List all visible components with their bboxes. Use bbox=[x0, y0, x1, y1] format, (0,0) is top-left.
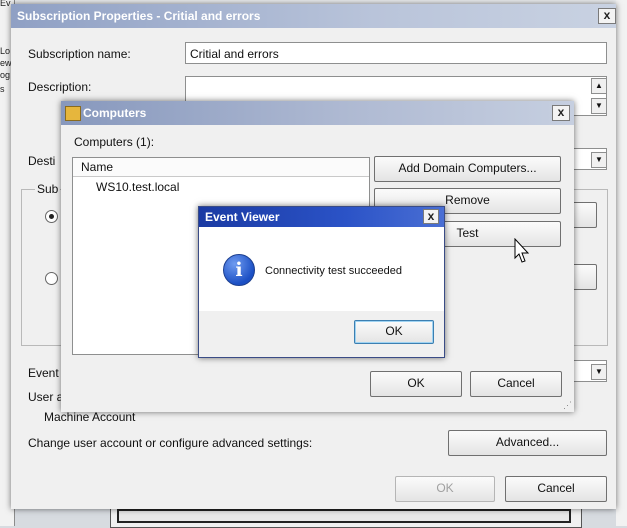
source-initiated-radio[interactable] bbox=[45, 272, 58, 285]
event-viewer-titlebar: Event Viewer x bbox=[199, 207, 444, 227]
background-scrollbar bbox=[117, 509, 571, 523]
scroll-down-icon[interactable]: ▼ bbox=[591, 98, 607, 114]
ok-button[interactable]: OK bbox=[395, 476, 495, 502]
computers-title: Computers bbox=[83, 106, 147, 120]
computers-folder-icon bbox=[65, 106, 81, 121]
background-window-right bbox=[616, 0, 627, 526]
ok-button[interactable]: OK bbox=[370, 371, 462, 397]
description-label: Description: bbox=[28, 80, 92, 94]
subscription-type-label: Sub bbox=[35, 182, 61, 196]
cancel-button[interactable]: Cancel bbox=[505, 476, 607, 502]
subscription-name-label: Subscription name: bbox=[28, 47, 131, 61]
add-domain-computers-button[interactable]: Add Domain Computers... bbox=[374, 156, 561, 182]
resize-grip-icon[interactable]: ⋰ bbox=[563, 401, 572, 410]
subscription-title: Subscription Properties - Critial and er… bbox=[17, 9, 261, 23]
event-viewer-title: Event Viewer bbox=[205, 210, 280, 224]
subscription-name-input[interactable]: Critial and errors bbox=[185, 42, 607, 64]
advanced-button[interactable]: Advanced... bbox=[448, 430, 607, 456]
select-groups-button[interactable] bbox=[571, 264, 597, 290]
list-header: Name bbox=[73, 158, 369, 177]
computers-count-label: Computers (1): bbox=[74, 135, 155, 149]
chevron-down-icon[interactable]: ▼ bbox=[591, 364, 607, 380]
collector-initiated-radio[interactable] bbox=[45, 210, 58, 223]
select-computers-button[interactable] bbox=[571, 202, 597, 228]
list-item[interactable]: WS10.test.local bbox=[96, 180, 179, 194]
event-viewer-dialog: Event Viewer x i Connectivity test succe… bbox=[198, 206, 445, 358]
background-text: Lo bbox=[0, 46, 11, 56]
close-button[interactable]: x bbox=[598, 8, 616, 24]
subscription-titlebar: Subscription Properties - Critial and er… bbox=[11, 4, 616, 28]
user-account-label: User a bbox=[28, 390, 64, 404]
background-text: s bbox=[0, 84, 5, 94]
cancel-button[interactable]: Cancel bbox=[470, 371, 562, 397]
ok-button[interactable]: OK bbox=[354, 320, 434, 344]
mouse-cursor-icon bbox=[514, 238, 530, 263]
background-text: Ev bbox=[0, 0, 11, 8]
background-text: og bbox=[0, 70, 11, 80]
info-icon: i bbox=[223, 254, 255, 286]
advanced-settings-label: Change user account or configure advance… bbox=[28, 436, 313, 450]
chevron-down-icon[interactable]: ▼ bbox=[591, 152, 607, 168]
machine-account-label: Machine Account bbox=[44, 410, 136, 424]
close-button[interactable]: x bbox=[552, 105, 570, 121]
scroll-up-icon[interactable]: ▲ bbox=[591, 78, 607, 94]
events-label: Event bbox=[28, 366, 59, 380]
background-text: ew bbox=[0, 58, 12, 68]
message-text: Connectivity test succeeded bbox=[265, 265, 402, 277]
computers-titlebar: Computers x bbox=[61, 101, 574, 125]
destination-label: Desti bbox=[28, 154, 56, 168]
column-name-header[interactable]: Name bbox=[81, 160, 113, 174]
close-button[interactable]: x bbox=[423, 209, 439, 224]
